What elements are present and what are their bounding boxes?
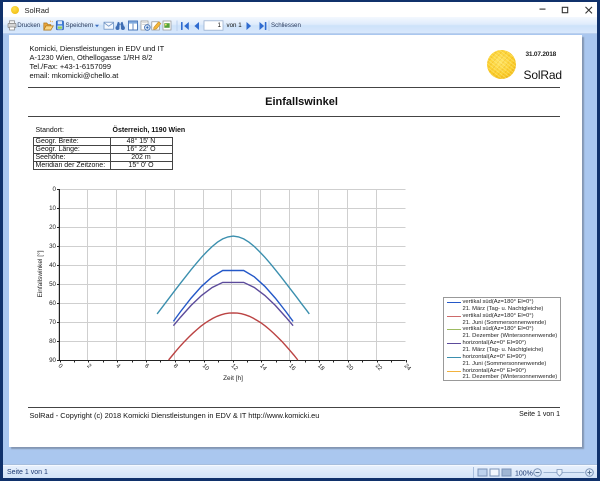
svg-text:Zeit [h]: Zeit [h]	[223, 375, 243, 382]
svg-text:24: 24	[403, 363, 412, 372]
svg-text:22: 22	[374, 363, 383, 372]
svg-text:10: 10	[49, 205, 56, 212]
svg-text:2: 2	[85, 363, 92, 370]
svg-text:16: 16	[287, 363, 296, 372]
svg-text:60: 60	[49, 300, 56, 307]
svg-text:100%: 100%	[515, 470, 533, 477]
svg-text:6: 6	[143, 363, 150, 370]
svg-text:12: 12	[230, 363, 239, 372]
svg-text:80: 80	[49, 338, 56, 345]
svg-text:50: 50	[49, 281, 56, 288]
svg-text:70: 70	[49, 319, 56, 326]
svg-text:20: 20	[49, 224, 56, 231]
svg-text:14: 14	[258, 363, 267, 372]
svg-text:40: 40	[49, 262, 56, 269]
svg-text:18: 18	[316, 363, 325, 372]
svg-text:0: 0	[57, 363, 64, 370]
svg-text:30: 30	[49, 243, 56, 250]
svg-text:10: 10	[201, 363, 210, 372]
svg-text:90: 90	[49, 357, 56, 364]
svg-text:Einfallswinkel [°]: Einfallswinkel [°]	[36, 250, 44, 297]
svg-text:4: 4	[114, 363, 121, 370]
svg-text:20: 20	[345, 363, 354, 372]
svg-text:8: 8	[172, 363, 179, 370]
svg-text:0: 0	[53, 186, 57, 193]
